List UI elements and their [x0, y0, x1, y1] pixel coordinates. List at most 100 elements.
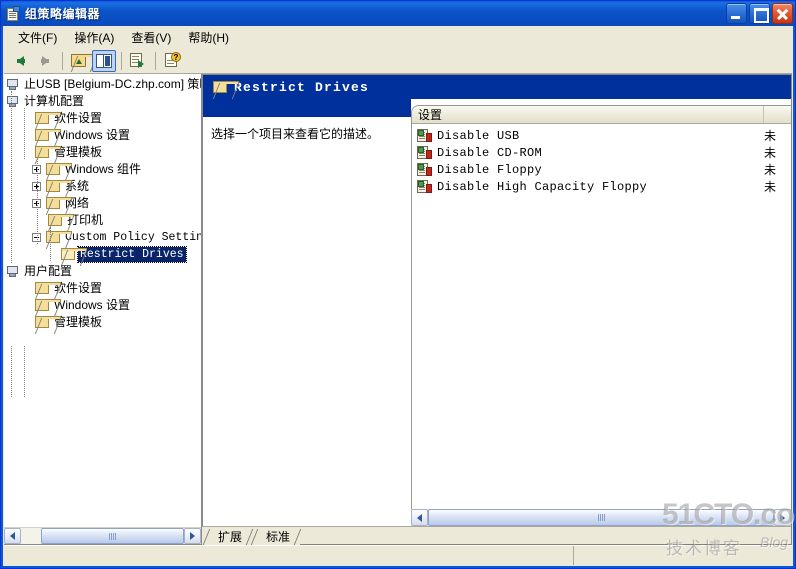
folder-icon [34, 299, 61, 312]
folder-icon [45, 163, 72, 176]
setting-state-label: 未 [764, 180, 777, 194]
tree-item[interactable]: 打印机 [4, 212, 201, 229]
tree-item[interactable]: Windows 组件 [4, 161, 201, 178]
screenshot-root: 组策略编辑器 文件(F) 操作(A) 查看(V) 帮助(H) ? 止USB [B… [0, 0, 796, 569]
gpedit-window: 组策略编辑器 文件(F) 操作(A) 查看(V) 帮助(H) ? 止USB [B… [0, 0, 796, 569]
tree-item[interactable]: 软件设置 [4, 110, 201, 127]
menu-action[interactable]: 操作(A) [66, 27, 123, 48]
tabs-filler [300, 528, 791, 545]
up-one-level-button[interactable] [67, 50, 97, 72]
setting-name-cell: Disable High Capacity Floppy [412, 179, 764, 194]
settings-list-row[interactable]: Disable High Capacity Floppy 未 [412, 178, 791, 195]
tree-item[interactable]: 网络 [4, 195, 201, 212]
tree-item-label: Windows 设置 [54, 298, 131, 312]
tree-item[interactable]: 管理模板 [4, 144, 201, 161]
tab-standard[interactable]: 标准 [252, 528, 300, 545]
tree-item[interactable]: Custom Policy Settings [4, 229, 201, 246]
tree-item[interactable]: Windows 设置 [4, 127, 201, 144]
policy-root-icon [6, 78, 20, 92]
setting-name-label: Disable High Capacity Floppy [437, 179, 648, 194]
results-banner: Restrict Drives [203, 75, 791, 99]
folder-icon [34, 316, 61, 329]
tree-item[interactable]: 用户配置 [4, 263, 201, 280]
description-text: 选择一个项目来查看它的描述。 [211, 127, 380, 141]
folder-icon [45, 197, 72, 210]
policy-setting-icon [417, 179, 433, 194]
extended-view: Restrict Drives 选择一个项目来查看它的描述。 设置 Disabl… [202, 74, 791, 526]
setting-name-cell: Disable USB [412, 128, 764, 143]
settings-list-row[interactable]: Disable Floppy 未 [412, 161, 791, 178]
column-state[interactable] [764, 106, 791, 123]
back-button[interactable] [8, 50, 32, 72]
tree-item[interactable]: 软件设置 [4, 280, 201, 297]
title-bar: 组策略编辑器 [1, 1, 795, 26]
toolbar-separator-1 [62, 51, 63, 70]
settings-list-row[interactable]: Disable CD-ROM 未 [412, 144, 791, 161]
maximize-button[interactable] [749, 3, 770, 24]
console-tree[interactable]: 止USB [Belgium-DC.zhp.com] 策略 计算机配置 软件设置 Win… [4, 74, 201, 527]
properties-icon [130, 53, 146, 68]
tree-item[interactable]: Restrict Drives [4, 246, 201, 263]
chevron-right-icon [780, 513, 785, 522]
status-bar-right [574, 546, 792, 565]
toolbar: ? [4, 48, 792, 74]
results-scroll-left-button[interactable] [411, 509, 428, 526]
tree-scroll-left-button[interactable] [4, 528, 21, 544]
properties-button[interactable] [126, 50, 150, 72]
scroll-grip-icon [597, 514, 605, 521]
show-hide-tree-button[interactable] [92, 49, 116, 72]
help-button[interactable]: ? [160, 50, 184, 72]
menu-file[interactable]: 文件(F) [10, 27, 66, 48]
forward-icon [40, 55, 49, 66]
back-icon [16, 55, 25, 66]
results-scroll-thumb[interactable] [428, 509, 774, 526]
forward-button[interactable] [33, 50, 57, 72]
chevron-left-icon [10, 532, 15, 540]
tree-scroll-thumb[interactable] [41, 528, 184, 544]
window-title: 组策略编辑器 [25, 7, 101, 21]
setting-state-label: 未 [764, 163, 777, 177]
column-setting[interactable]: 设置 [412, 106, 764, 123]
setting-name-label: Disable Floppy [437, 162, 543, 177]
tree-item[interactable]: 止USB [Belgium-DC.zhp.com] 策略 [4, 76, 201, 93]
scrollbar-spacer [203, 509, 411, 526]
tree-item[interactable]: Windows 设置 [4, 297, 201, 314]
tree-item-label: Restrict Drives [77, 246, 187, 263]
tree-item[interactable]: 系统 [4, 178, 201, 195]
setting-state-label: 未 [764, 129, 777, 143]
tree-scroll-track[interactable] [21, 528, 184, 544]
menu-view[interactable]: 查看(V) [123, 27, 180, 48]
setting-name-cell: Disable CD-ROM [412, 145, 764, 160]
tree-scroll-right-button[interactable] [184, 528, 201, 544]
tree-connector [11, 91, 12, 263]
settings-list-row[interactable]: Disable USB 未 [412, 127, 791, 144]
settings-list-rows[interactable]: Disable USB 未 Disable CD-ROM 未 Disable Flopp… [412, 124, 791, 509]
chevron-right-icon [190, 532, 195, 540]
close-button[interactable] [772, 3, 793, 24]
tree-item[interactable]: 计算机配置 [4, 93, 201, 110]
results-scroll-right-button[interactable] [774, 509, 791, 526]
gpedit-icon [5, 5, 21, 22]
split-panes: 止USB [Belgium-DC.zhp.com] 策略 计算机配置 软件设置 Win… [4, 74, 792, 545]
tree-item-label: Windows 组件 [65, 162, 142, 176]
tree-item[interactable]: 管理模板 [4, 314, 201, 331]
tab-extended[interactable]: 扩展 [204, 528, 252, 545]
setting-name-cell: Disable Floppy [412, 162, 764, 177]
tree-item-label: 计算机配置 [24, 94, 85, 108]
minimize-button[interactable] [726, 3, 747, 24]
results-body: 选择一个项目来查看它的描述。 设置 Disable USB 未 Disable CD… [203, 99, 791, 509]
toolbar-separator-3 [155, 51, 156, 70]
policy-setting-icon [417, 145, 433, 160]
scroll-grip-icon [109, 532, 116, 540]
console-tree-pane: 止USB [Belgium-DC.zhp.com] 策略 计算机配置 软件设置 Win… [4, 74, 202, 545]
tree-horizontal-scrollbar[interactable] [4, 527, 201, 544]
results-scroll-track[interactable] [428, 509, 774, 526]
menu-help[interactable]: 帮助(H) [180, 27, 238, 48]
tree-connector [50, 227, 51, 261]
tree-item-label: 用户配置 [24, 264, 73, 278]
results-horizontal-scrollbar[interactable] [203, 509, 791, 526]
